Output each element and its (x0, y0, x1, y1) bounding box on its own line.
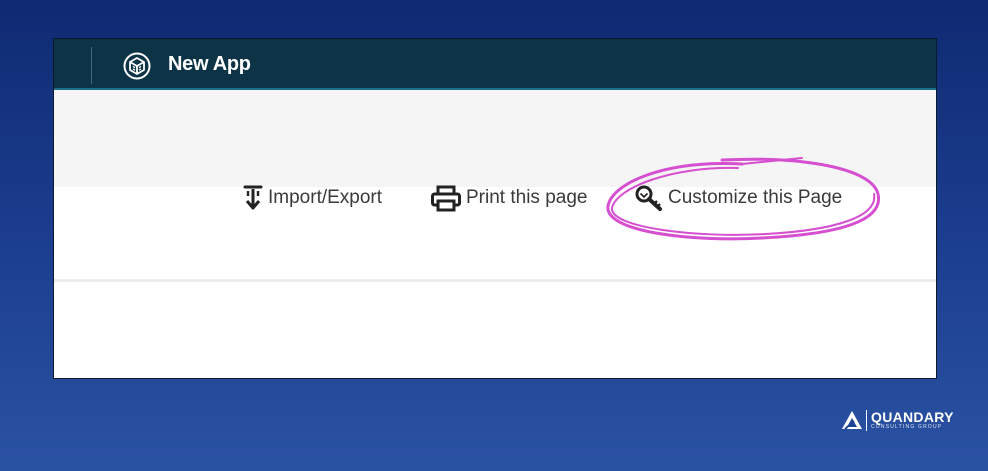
import-export-label: Import/Export (268, 187, 383, 208)
page-header-band (54, 90, 936, 187)
import-export-button[interactable]: Import/Export (242, 183, 382, 213)
brand-text: QUANDARY CONSULTING GROUP (866, 408, 954, 431)
quandary-brand: QUANDARY CONSULTING GROUP (841, 409, 954, 431)
quandary-logo-icon (842, 411, 862, 430)
app-title[interactable]: New App (168, 53, 251, 76)
customize-page-button[interactable]: Customize this Page (634, 183, 842, 213)
print-page-button[interactable]: Print this page (430, 183, 587, 213)
nav-divider (91, 47, 92, 84)
magnify-key-icon (635, 185, 662, 211)
app-cube-icon[interactable] (123, 52, 151, 80)
brand-name: QUANDARY (871, 408, 954, 425)
customize-page-label: Customize this Page (668, 187, 843, 208)
brand-tagline: CONSULTING GROUP (871, 423, 943, 430)
printer-icon (431, 185, 461, 212)
download-icon (243, 185, 263, 210)
print-page-label: Print this page (466, 187, 588, 208)
top-navigation-bar: New App (54, 39, 936, 90)
